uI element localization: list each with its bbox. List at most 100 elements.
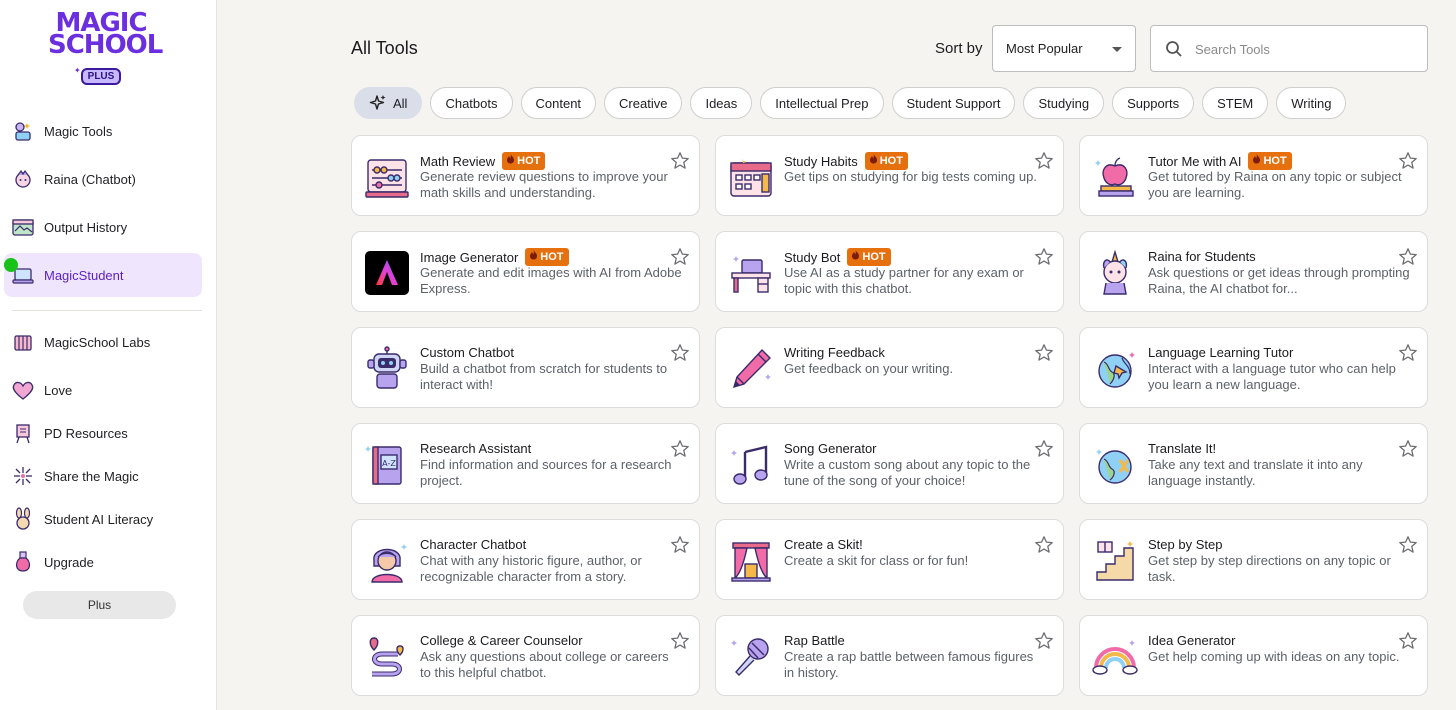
favorite-star-icon[interactable] (670, 247, 690, 267)
chip-stem[interactable]: STEM (1202, 87, 1269, 119)
chip-ideas[interactable]: Ideas (690, 87, 753, 119)
tool-card-create-a-skit[interactable]: Create a Skit! Create a skit for class or… (715, 519, 1064, 600)
sidebar-item-label: Student AI Literacy (44, 511, 154, 527)
music-note-icon (727, 441, 774, 488)
tool-card-title-row: Custom Chatbot (420, 345, 514, 360)
favorite-star-icon[interactable] (1034, 535, 1054, 555)
favorite-star-icon[interactable] (670, 151, 690, 171)
sort-select[interactable]: Most Popular (992, 25, 1136, 72)
chip-writing[interactable]: Writing (1276, 87, 1347, 119)
tool-card-character-chatbot[interactable]: Character Chatbot Chat with any historic … (351, 519, 700, 600)
sidebar-item-output-history[interactable]: Output History (4, 205, 202, 249)
sidebar-item-upgrade[interactable]: Upgrade (4, 540, 202, 584)
tool-card-math-review[interactable]: Math Review HOT Generate review questions … (351, 135, 700, 216)
sidebar-item-love[interactable]: Love (4, 368, 202, 412)
tool-card-title-row: Image Generator HOT (420, 248, 569, 266)
sort-select-value: Most Popular (1006, 41, 1083, 56)
chip-studying[interactable]: Studying (1023, 87, 1105, 119)
magic-tools-icon (10, 118, 36, 144)
hot-badge: HOT (864, 152, 908, 170)
chip-content[interactable]: Content (520, 87, 597, 119)
tool-card-title: Rap Battle (784, 633, 845, 648)
tool-card-custom-chatbot[interactable]: Custom Chatbot Build a chatbot from scrat… (351, 327, 700, 408)
favorite-star-icon[interactable] (1398, 247, 1418, 267)
calendar-icon (727, 153, 774, 200)
hot-badge: HOT (525, 248, 569, 266)
tool-card-language-learning-tutor[interactable]: Language Learning Tutor Interact with a l… (1079, 327, 1428, 408)
sidebar-item-magicschool-labs[interactable]: MagicSchool Labs (4, 320, 202, 364)
pd-resources-icon (10, 420, 36, 446)
favorite-star-icon[interactable] (1034, 151, 1054, 171)
search-box[interactable] (1150, 25, 1428, 72)
chip-all[interactable]: All (354, 87, 423, 119)
favorite-star-icon[interactable] (1398, 343, 1418, 363)
output-history-icon (10, 214, 36, 240)
character-icon (363, 537, 410, 584)
search-input[interactable] (1195, 38, 1415, 60)
plus-button[interactable]: Plus (23, 591, 176, 619)
tool-card-idea-generator[interactable]: Idea Generator Get help coming up with id… (1079, 615, 1428, 696)
potion-icon (10, 549, 36, 575)
sidebar-item-raina[interactable]: Raina (Chatbot) (4, 157, 202, 201)
globe-translate-icon (1091, 441, 1138, 488)
tool-card-tutor-me-with-ai[interactable]: Tutor Me with AI HOT Get tutored by Raina … (1079, 135, 1428, 216)
sidebar-item-label: Share the Magic (44, 468, 139, 484)
chevron-down-icon (1112, 47, 1122, 52)
sidebar-item-magic-tools[interactable]: Magic Tools (4, 109, 202, 153)
flame-icon (529, 249, 538, 265)
sidebar-item-magic-student[interactable]: MagicStudent (4, 253, 202, 297)
sort-label: Sort by (935, 40, 983, 57)
tool-card-title: Song Generator (784, 441, 877, 456)
tool-card-raina-for-students[interactable]: Raina for Students Ask questions or get i… (1079, 231, 1428, 312)
apple-books-icon (1091, 153, 1138, 200)
favorite-star-icon[interactable] (670, 631, 690, 651)
tool-card-image-generator[interactable]: Image Generator HOT Generate and edit imag… (351, 231, 700, 312)
sidebar-item-student-ai-literacy[interactable]: Student AI Literacy (4, 497, 202, 541)
favorite-star-icon[interactable] (670, 439, 690, 459)
tool-card-step-by-step[interactable]: Step by Step Get step by step directions … (1079, 519, 1428, 600)
chip-intellectual-prep[interactable]: Intellectual Prep (760, 87, 884, 119)
chip-supports[interactable]: Supports (1112, 87, 1195, 119)
tool-card-translate-it[interactable]: Translate It! Take any text and translate… (1079, 423, 1428, 504)
flame-icon (851, 249, 860, 265)
tool-card-rap-battle[interactable]: Rap Battle Create a rap battle between fa… (715, 615, 1064, 696)
tool-card-song-generator[interactable]: Song Generator Write a custom song about … (715, 423, 1064, 504)
tool-card-research-assistant[interactable]: A-Z Research Assistant Find information an… (351, 423, 700, 504)
favorite-star-icon[interactable] (1398, 535, 1418, 555)
tool-card-description: Generate review questions to improve you… (420, 169, 668, 200)
tool-card-study-bot[interactable]: Study Bot HOT Use AI as a study partner fo… (715, 231, 1064, 312)
favorite-star-icon[interactable] (1398, 631, 1418, 651)
favorite-star-icon[interactable] (1034, 343, 1054, 363)
tool-card-study-habits[interactable]: Study Habits HOT Get tips on studying for … (715, 135, 1064, 216)
sidebar-item-label: PD Resources (44, 425, 128, 441)
tool-card-title-row: College & Career Counselor (420, 633, 583, 648)
sidebar-item-label: Output History (44, 219, 128, 235)
sidebar-item-pd-resources[interactable]: PD Resources (4, 411, 202, 455)
labs-icon (10, 329, 36, 355)
favorite-star-icon[interactable] (1034, 631, 1054, 651)
tool-card-title: College & Career Counselor (420, 633, 583, 648)
tool-card-title: Translate It! (1148, 441, 1217, 456)
favorite-star-icon[interactable] (670, 343, 690, 363)
chip-student-support[interactable]: Student Support (891, 87, 1016, 119)
tool-card-title: Study Habits (784, 153, 858, 169)
favorite-star-icon[interactable] (1398, 439, 1418, 459)
tool-card-title-row: Language Learning Tutor (1148, 345, 1293, 360)
favorite-star-icon[interactable] (1034, 247, 1054, 267)
favorite-star-icon[interactable] (1398, 151, 1418, 171)
magicschool-plus-logo[interactable]: MAGIC SCHOOL ✦ PLUS (48, 10, 163, 90)
hot-badge-label: HOT (540, 251, 564, 263)
favorite-star-icon[interactable] (670, 535, 690, 555)
tool-card-description: Ask questions or get ideas through promp… (1148, 265, 1410, 296)
tool-card-writing-feedback[interactable]: Writing Feedback Get feedback on your wri… (715, 327, 1064, 408)
tool-card-description: Interact with a language tutor who can h… (1148, 361, 1396, 392)
chip-chatbots[interactable]: Chatbots (430, 87, 513, 119)
chip-creative[interactable]: Creative (604, 87, 683, 119)
sidebar-item-label: MagicStudent (44, 267, 124, 283)
tools-grid: Math Review HOT Generate review questions … (351, 135, 1428, 696)
tool-card-college-career-counselor[interactable]: College & Career Counselor Ask any questi… (351, 615, 700, 696)
heart-icon (10, 377, 36, 403)
sidebar-item-share-the-magic[interactable]: Share the Magic (4, 454, 202, 498)
tool-card-title-row: Step by Step (1148, 537, 1222, 552)
favorite-star-icon[interactable] (1034, 439, 1054, 459)
